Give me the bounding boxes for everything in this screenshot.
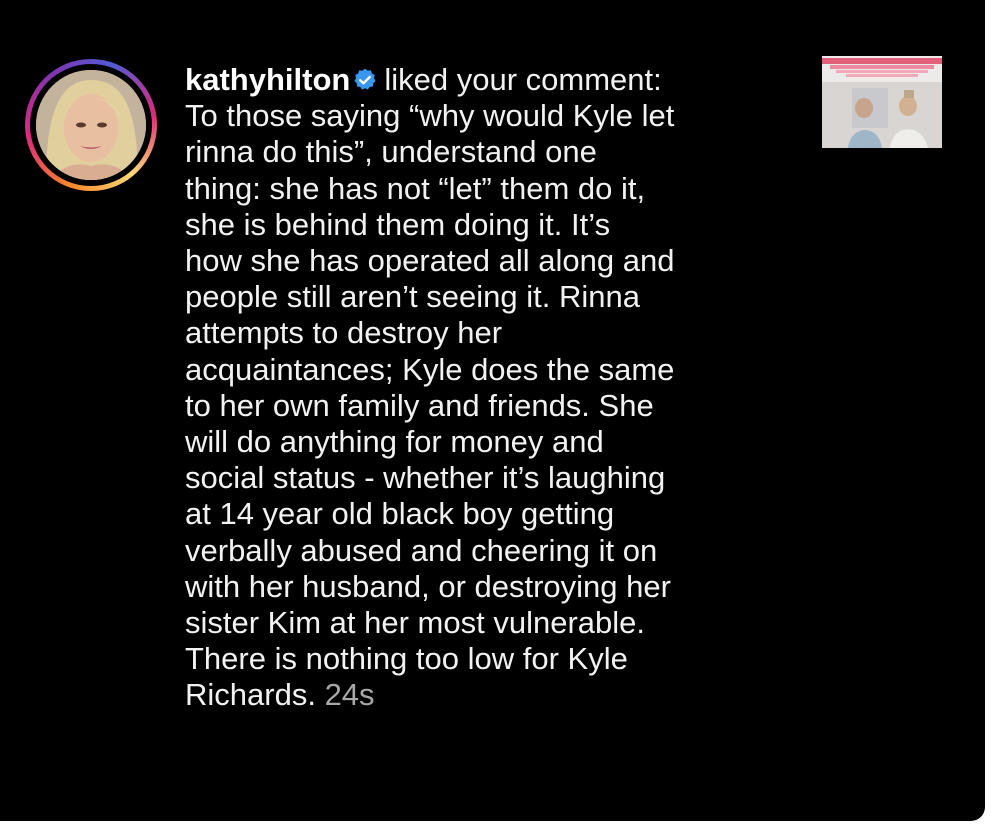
avatar-photo	[36, 70, 146, 180]
comment-last-line: Richards. 24s	[185, 677, 795, 713]
post-thumbnail-image	[822, 56, 942, 148]
comment-line: at 14 year old black boy getting	[185, 496, 615, 532]
comment-line: with her husband, or destroying her	[185, 568, 671, 604]
comment-line: rinna do this”, understand one	[185, 134, 597, 170]
avatar[interactable]	[36, 70, 146, 180]
verified-badge-icon	[354, 68, 376, 90]
timestamp: 24s	[324, 677, 375, 713]
comment-line: sister Kim at her most vulnerable.	[185, 605, 646, 641]
header-line: kathyhilton liked your comment:	[185, 62, 795, 98]
comment-line: To those saying “why would Kyle let	[185, 98, 675, 134]
comment-line: she is behind them doing it. It’s	[185, 206, 611, 242]
story-ring[interactable]	[25, 59, 157, 191]
comment-line: attempts to destroy her	[185, 315, 503, 351]
username-link[interactable]: kathyhilton	[185, 62, 350, 97]
notification-screen: kathyhilton liked your comment: To those …	[0, 0, 985, 821]
action-text: liked your comment:	[384, 62, 662, 97]
avatar-ring-gap	[30, 64, 152, 186]
comment-line: thing: she has not “let” them do it,	[185, 170, 646, 206]
comment-line: will do anything for money and	[185, 424, 604, 460]
comment-line: people still aren’t seeing it. Rinna	[185, 279, 640, 315]
post-thumbnail[interactable]	[822, 56, 942, 148]
notification-text[interactable]: kathyhilton liked your comment: To those …	[185, 62, 795, 714]
comment-line: to her own family and friends. She	[185, 387, 654, 423]
comment-line: how she has operated all along and	[185, 243, 675, 279]
comment-line: There is nothing too low for Kyle	[185, 641, 628, 677]
comment-line: acquaintances; Kyle does the same	[185, 351, 675, 387]
comment-line: social status - whether it’s laughing	[185, 460, 666, 496]
comment-line: verbally abused and cheering it on	[185, 532, 658, 568]
comment-end-text: Richards.	[185, 677, 316, 713]
